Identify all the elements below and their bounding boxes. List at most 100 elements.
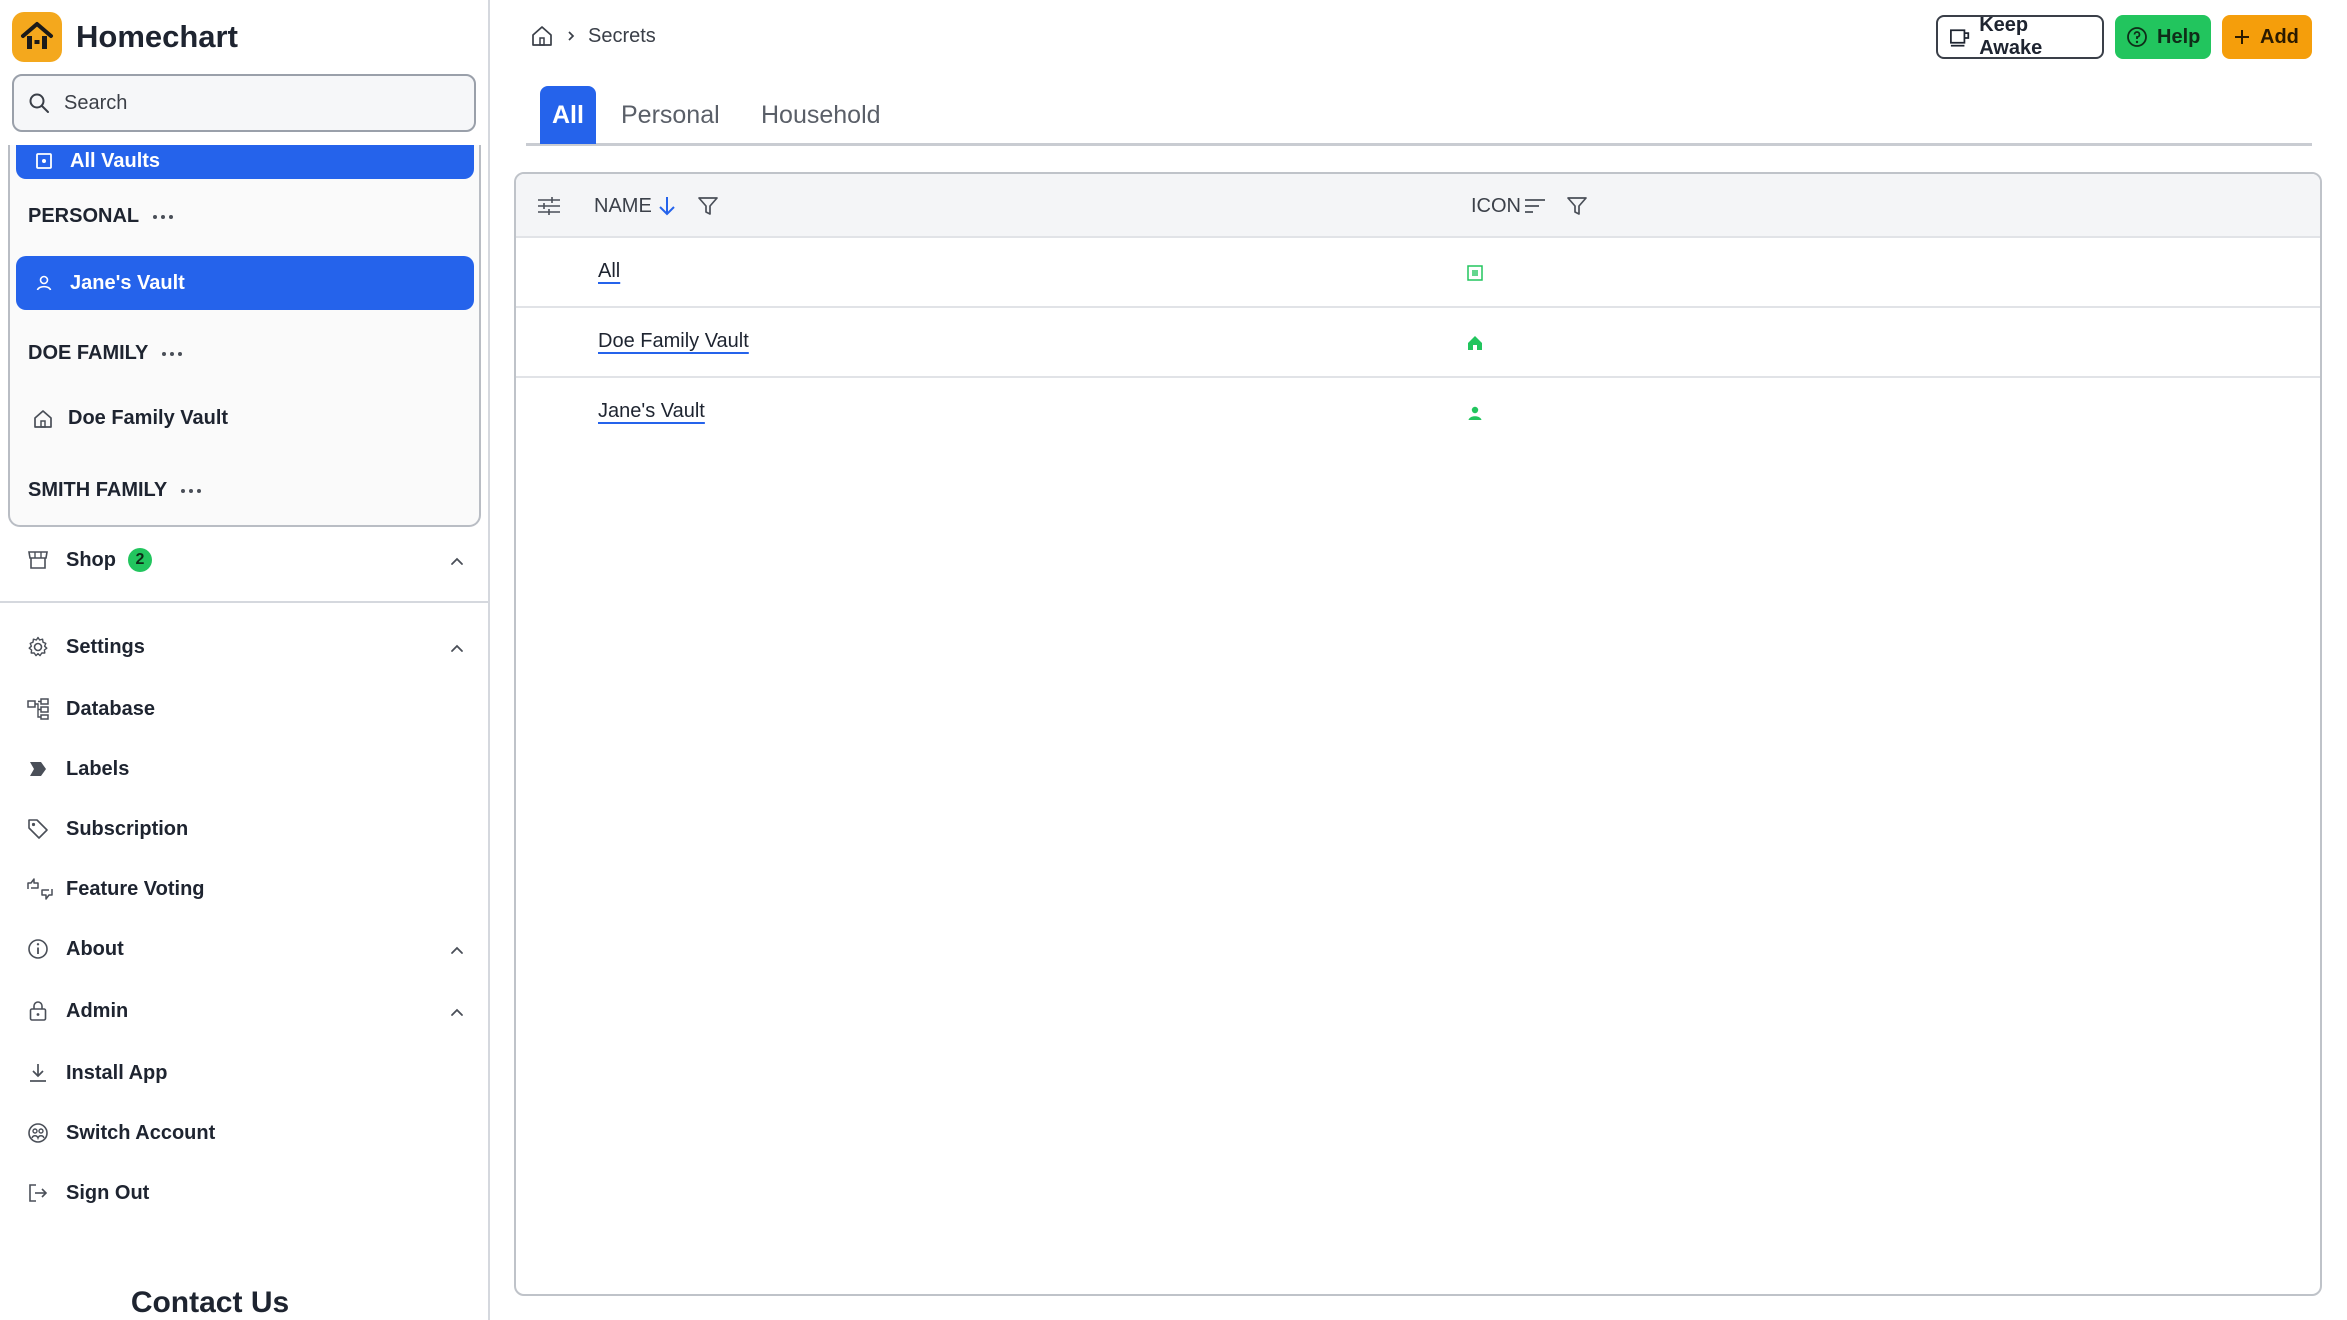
keep-awake-button[interactable]: Keep Awake	[1936, 14, 2104, 59]
sidebar-item-janes-vault[interactable]: Jane's Vault	[16, 256, 474, 310]
chevron-up-icon[interactable]	[448, 552, 466, 570]
add-label: Add	[2260, 25, 2299, 48]
tab-all[interactable]: All	[540, 86, 596, 144]
sidebar-item-settings[interactable]: Settings	[26, 627, 466, 667]
homechart-logo-icon	[12, 12, 62, 62]
chevron-up-icon[interactable]	[448, 941, 466, 959]
app-title: Homechart	[76, 19, 238, 54]
tab-bar: All Personal Household	[526, 86, 2312, 146]
sidebar-item-feature-voting[interactable]: Feature Voting	[26, 869, 466, 909]
sidebar-item-all-vaults[interactable]: All Vaults	[16, 145, 474, 179]
vault-name-link[interactable]: Jane's Vault	[598, 400, 705, 423]
search-icon	[29, 93, 49, 113]
help-button[interactable]: Help	[2115, 15, 2211, 59]
sort-icon[interactable]	[1523, 194, 1547, 218]
home-icon	[1468, 336, 1482, 350]
shop-count-badge: 2	[128, 548, 152, 572]
lock-icon	[29, 1001, 47, 1021]
sidebar-divider	[0, 601, 488, 603]
chevron-up-icon[interactable]	[448, 639, 466, 657]
sidebar-item-label: Doe Family Vault	[68, 407, 229, 429]
sidebar-item-subscription[interactable]: Subscription	[26, 809, 466, 849]
chevron-right-icon	[568, 31, 575, 41]
gear-icon	[28, 636, 48, 657]
vault-group-smith-family: SMITH FAMILY	[28, 479, 202, 502]
plus-icon	[2235, 30, 2249, 44]
sidebar-item-label: Database	[66, 697, 155, 720]
sidebar-item-about[interactable]: About	[26, 929, 466, 969]
sidebar-item-label: Sign Out	[66, 1181, 150, 1204]
group-title: PERSONAL	[28, 205, 140, 227]
table-row[interactable]: Doe Family Vault	[516, 308, 2320, 378]
sidebar-item-label: About	[66, 937, 124, 960]
sort-descending-icon[interactable]	[656, 194, 678, 218]
column-settings-icon[interactable]	[536, 174, 562, 238]
sidebar-item-label: Install App	[66, 1061, 168, 1084]
database-icon	[27, 698, 49, 720]
shop-icon	[28, 551, 48, 569]
vault-name-link[interactable]: Doe Family Vault	[598, 330, 749, 353]
sidebar-item-shop[interactable]: Shop 2	[26, 540, 466, 580]
vault-group-personal: PERSONAL	[28, 205, 174, 228]
table-row[interactable]: Jane's Vault	[516, 378, 2320, 448]
search-input[interactable]	[64, 91, 444, 115]
thumbs-icon	[27, 878, 53, 900]
brand[interactable]: Homechart	[12, 12, 238, 62]
home-icon[interactable]	[530, 24, 554, 48]
tag-icon	[28, 819, 48, 839]
switch-account-icon	[28, 1123, 48, 1143]
chevron-up-icon[interactable]	[448, 1003, 466, 1021]
more-icon[interactable]	[162, 351, 183, 356]
sidebar: Homechart All Vaults PERSONAL Jane's Vau…	[0, 0, 490, 1320]
column-name-label: NAME	[594, 194, 652, 217]
label-icon	[30, 762, 46, 776]
sidebar-item-doe-family-vault[interactable]: Doe Family Vault	[32, 407, 228, 430]
sidebar-item-database[interactable]: Database	[26, 689, 466, 729]
tab-personal[interactable]: Personal	[621, 86, 720, 144]
column-icon-label: ICON	[1471, 194, 1521, 217]
sidebar-item-label: Feature Voting	[66, 877, 205, 900]
group-title: SMITH FAMILY	[28, 479, 168, 501]
group-title: DOE FAMILY	[28, 342, 149, 364]
sidebar-item-labels[interactable]: Labels	[26, 749, 466, 789]
tab-household[interactable]: Household	[761, 86, 881, 144]
sidebar-item-label: Settings	[66, 635, 145, 658]
sidebar-item-label: Subscription	[66, 817, 189, 840]
keep-awake-label: Keep Awake	[1979, 14, 2043, 59]
breadcrumb-current[interactable]: Secrets	[588, 25, 656, 48]
vault-icon	[36, 153, 52, 169]
column-header-icon[interactable]: ICON	[1471, 174, 1589, 238]
help-label: Help	[2157, 25, 2201, 48]
download-icon	[30, 1064, 46, 1082]
sidebar-item-label: Admin	[66, 999, 129, 1022]
user-icon	[36, 275, 52, 291]
user-icon	[1468, 406, 1482, 420]
sidebar-item-label: Jane's Vault	[70, 271, 185, 294]
contact-us-link[interactable]: Contact Us	[0, 1286, 420, 1320]
help-icon	[2127, 27, 2147, 47]
home-icon	[34, 409, 52, 428]
sidebar-item-install-app[interactable]: Install App	[26, 1053, 466, 1093]
search-box[interactable]	[12, 74, 476, 132]
sidebar-item-sign-out[interactable]: Sign Out	[26, 1173, 466, 1213]
grid-icon	[1467, 265, 1483, 281]
sidebar-item-switch-account[interactable]: Switch Account	[26, 1113, 466, 1153]
table-row[interactable]: All	[516, 238, 2320, 308]
more-icon[interactable]	[153, 214, 174, 219]
vault-name-link[interactable]: All	[598, 260, 620, 283]
sidebar-item-label: All Vaults	[70, 149, 161, 172]
table-header: NAME ICON	[516, 174, 2320, 238]
info-icon	[28, 939, 48, 959]
column-header-name[interactable]: NAME	[594, 174, 720, 238]
secrets-table: NAME ICON All Doe Family Vault Jane's Va…	[514, 172, 2322, 1296]
filter-icon[interactable]	[1565, 194, 1589, 218]
add-button[interactable]: Add	[2222, 15, 2312, 59]
more-icon[interactable]	[181, 488, 202, 493]
sidebar-item-admin[interactable]: Admin	[26, 991, 466, 1031]
vault-list-panel: All Vaults PERSONAL Jane's Vault DOE FAM…	[8, 145, 481, 527]
coffee-cup-icon	[1950, 29, 1970, 47]
vault-group-doe-family: DOE FAMILY	[28, 342, 183, 365]
breadcrumb: Secrets	[530, 20, 656, 52]
sidebar-item-label: Switch Account	[66, 1121, 216, 1144]
filter-icon[interactable]	[696, 194, 720, 218]
